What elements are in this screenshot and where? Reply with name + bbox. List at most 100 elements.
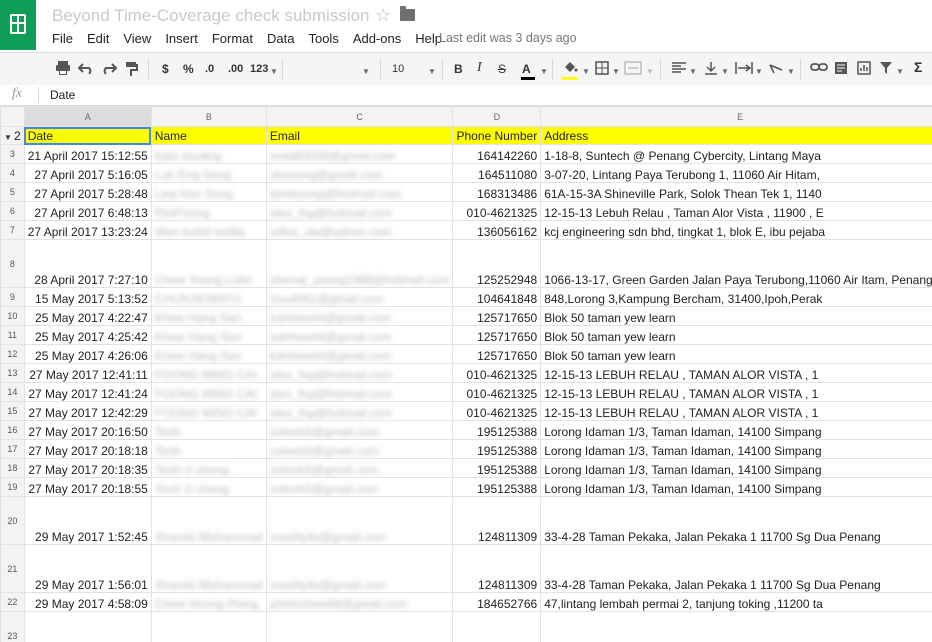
- undo-icon[interactable]: [78, 62, 94, 74]
- cell-name[interactable]: Khew Hang San: [150, 344, 267, 364]
- cell-name[interactable]: Teoh zi sheng: [150, 458, 267, 478]
- row-header[interactable]: 21: [0, 544, 25, 593]
- cell-phone[interactable]: 136056162: [452, 220, 542, 240]
- cell-phone[interactable]: 195125388: [452, 420, 542, 440]
- redo-icon[interactable]: [101, 62, 117, 74]
- cell-phone[interactable]: 164511080: [452, 163, 542, 183]
- text-rotation-caret-icon[interactable]: ▼: [787, 64, 795, 80]
- cell-email[interactable]: kahhew44@gmail.com: [265, 306, 454, 326]
- cell-phone[interactable]: 184652766: [452, 592, 542, 612]
- cell-date[interactable]: 27 May 2017 20:18:18: [23, 439, 152, 459]
- cell-date-header[interactable]: Date: [23, 126, 152, 145]
- row-header[interactable]: ▼ 2: [0, 126, 25, 145]
- cell-address[interactable]: 1066-13-17, Green Garden Jalan Paya Teru…: [540, 239, 932, 288]
- cell-email[interactable]: zxteoh5@gmail.com: [265, 477, 454, 497]
- row-header[interactable]: 20: [0, 496, 25, 545]
- cell-name[interactable]: Sharelo Muhammad: [150, 544, 267, 593]
- cell-phone[interactable]: 124811309: [452, 544, 542, 593]
- cell-address[interactable]: 33-4-28 Taman Pekaka, Jalan Pekaka 1 117…: [540, 496, 932, 545]
- cell-phone[interactable]: 125717650: [452, 344, 542, 364]
- cell-address[interactable]: 33-4-28 Taman Pekaka, Jalan Pekaka 1 117…: [540, 544, 932, 593]
- cell-address[interactable]: 12-15-13 LEBUH RELAU , TAMAN ALOR VISTA …: [540, 363, 932, 383]
- borders-caret-icon[interactable]: ▼: [612, 64, 620, 80]
- cell-email[interactable]: alex_fng@hotmail.com: [265, 201, 454, 221]
- cell-address[interactable]: 47,lintang lembah permai 2, tanjung toki…: [540, 592, 932, 612]
- cell-date[interactable]: 27 May 2017 20:18:55: [23, 477, 152, 497]
- column-header-e[interactable]: E: [540, 106, 932, 127]
- text-rotation-icon[interactable]: [768, 61, 784, 75]
- cell-email[interactable]: zxteoh5@gmail.com: [265, 420, 454, 440]
- cell-address[interactable]: Lorong Idaman 1/3, Taman Idaman, 14100 S…: [540, 477, 932, 497]
- row-header[interactable]: 5: [0, 182, 25, 202]
- cell-name[interactable]: Khew Hang San: [150, 325, 267, 345]
- cell-date[interactable]: 27 April 2017 6:48:13: [23, 201, 152, 221]
- cell-date[interactable]: 27 May 2017 12:42:29: [23, 401, 152, 421]
- cell-address[interactable]: 12-15-13 LEBUH RELAU , TAMAN ALOR VISTA …: [540, 401, 932, 421]
- more-formats-button[interactable]: 123: [250, 61, 268, 77]
- italic-button[interactable]: I: [477, 60, 482, 76]
- vertical-align-caret-icon[interactable]: ▼: [721, 64, 729, 80]
- filter-caret-icon[interactable]: ▼: [896, 64, 904, 80]
- cell-address[interactable]: 35 Solok Tembaga 3 Island Park: [540, 611, 932, 642]
- fill-color-icon[interactable]: [562, 60, 578, 74]
- cell-name-header[interactable]: Name: [150, 126, 267, 145]
- cell-phone[interactable]: 010-4621325: [452, 382, 542, 402]
- cell-phone[interactable]: 010-4621325: [452, 401, 542, 421]
- cell-address[interactable]: 848,Lorong 3,Kampung Bercham, 31400,Ipoh…: [540, 287, 932, 307]
- cell-phone[interactable]: 134300088: [452, 611, 542, 642]
- cell-address[interactable]: Blok 50 taman yew learn: [540, 344, 932, 364]
- borders-icon[interactable]: [595, 61, 609, 75]
- cell-address-header[interactable]: Address: [540, 126, 932, 145]
- font-size-select[interactable]: 10: [392, 61, 404, 77]
- row-header[interactable]: 16: [0, 420, 25, 440]
- cell-name[interactable]: Teoh: [150, 439, 267, 459]
- cell-phone[interactable]: 124811309: [452, 496, 542, 545]
- cell-phone[interactable]: 195125388: [452, 477, 542, 497]
- cell-phone[interactable]: 195125388: [452, 439, 542, 459]
- row-header[interactable]: 4: [0, 163, 25, 183]
- menu-file[interactable]: File: [45, 30, 80, 48]
- cell-date[interactable]: 29 May 2017 4:58:09: [23, 592, 152, 612]
- row-header[interactable]: 9: [0, 287, 25, 307]
- strikethrough-button[interactable]: S: [498, 61, 506, 77]
- cell-phone[interactable]: 164142260: [452, 144, 542, 164]
- star-icon[interactable]: ☆: [375, 5, 391, 26]
- cell-date[interactable]: 25 May 2017 4:22:47: [23, 306, 152, 326]
- row-header[interactable]: 22: [0, 592, 25, 612]
- row-header[interactable]: 18: [0, 458, 25, 478]
- menu-view[interactable]: View: [116, 30, 158, 48]
- row-header[interactable]: 19: [0, 477, 25, 497]
- merge-cells-icon[interactable]: [624, 61, 642, 75]
- row-header[interactable]: 11: [0, 325, 25, 345]
- cell-address[interactable]: Blok 50 taman yew learn: [540, 325, 932, 345]
- cell-date[interactable]: 1 June 2017 5:16:13: [23, 611, 152, 642]
- text-color-button[interactable]: A: [522, 61, 531, 77]
- cell-date[interactable]: 25 May 2017 4:25:42: [23, 325, 152, 345]
- cell-name[interactable]: Loh Eng Seng: [150, 163, 267, 183]
- vertical-align-icon[interactable]: [704, 61, 718, 75]
- row-header[interactable]: 14: [0, 382, 25, 402]
- text-color-caret-icon[interactable]: ▼: [540, 64, 548, 80]
- more-formats-caret-icon[interactable]: ▼: [270, 64, 278, 80]
- cell-email[interactable]: kahhew44@gmail.com: [265, 325, 454, 345]
- row-header[interactable]: 12: [0, 344, 25, 364]
- cell-date[interactable]: 21 April 2017 15:12:55: [23, 144, 152, 164]
- row-header[interactable]: 10: [0, 306, 25, 326]
- column-header-b[interactable]: B: [150, 106, 267, 127]
- cell-date[interactable]: 28 April 2017 7:27:10: [23, 239, 152, 288]
- cell-phone[interactable]: 168313486: [452, 182, 542, 202]
- menu-data[interactable]: Data: [260, 30, 301, 48]
- cell-address[interactable]: Lorong Idaman 1/3, Taman Idaman, 14100 S…: [540, 458, 932, 478]
- print-icon[interactable]: [55, 61, 71, 75]
- cell-phone[interactable]: 010-4621325: [452, 363, 542, 383]
- filter-icon[interactable]: [879, 61, 893, 75]
- cell-name[interactable]: FOONG MING CAI: [150, 382, 267, 402]
- merge-caret-icon[interactable]: ▼: [646, 64, 654, 80]
- cell-name[interactable]: CHUNJIEWATU: [150, 287, 267, 307]
- cell-address[interactable]: 61A-15-3A Shineville Park, Solok Thean T…: [540, 182, 932, 202]
- cell-date[interactable]: 27 April 2017 13:23:24: [23, 220, 152, 240]
- row-header[interactable]: 7: [0, 220, 25, 240]
- menu-insert[interactable]: Insert: [158, 30, 205, 48]
- paint-format-icon[interactable]: [124, 61, 140, 77]
- cell-date[interactable]: 29 May 2017 1:52:45: [23, 496, 152, 545]
